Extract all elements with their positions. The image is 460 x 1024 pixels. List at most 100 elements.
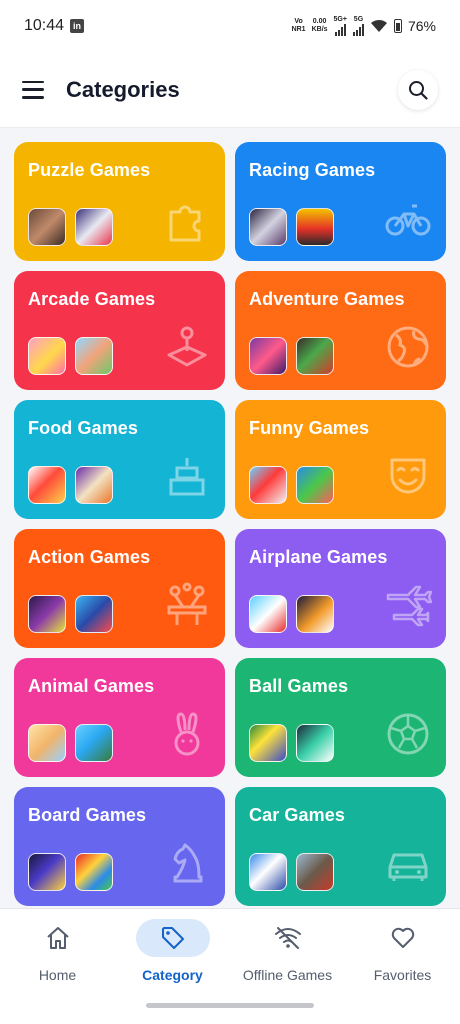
category-card-board[interactable]: Board Games — [14, 787, 225, 906]
nav-label: Category — [142, 967, 203, 983]
wifi-icon — [370, 19, 387, 32]
game-thumbnails — [249, 208, 334, 246]
chess-knight-icon — [163, 839, 211, 887]
status-bar: 10:44 in Vo NR1 0.00 KB/s 5G+ 5G 76% — [0, 0, 460, 52]
game-thumbnail[interactable] — [75, 337, 113, 375]
game-thumbnails — [249, 853, 334, 891]
category-title: Funny Games — [249, 418, 370, 438]
heart-icon — [391, 927, 414, 948]
hamburger-menu-icon[interactable] — [22, 80, 44, 99]
home-indicator-bar[interactable] — [146, 1003, 314, 1008]
category-title: Car Games — [249, 805, 345, 825]
game-thumbnail[interactable] — [28, 853, 66, 891]
category-title: Racing Games — [249, 160, 376, 180]
nav-label: Offline Games — [242, 967, 333, 983]
signal-bars-icon — [352, 24, 364, 36]
nav-item-favorites[interactable]: Favorites — [345, 919, 460, 983]
game-thumbnail[interactable] — [249, 466, 287, 504]
battery-percent: 76% — [407, 18, 436, 34]
game-thumbnail[interactable] — [249, 853, 287, 891]
car-icon — [384, 839, 432, 887]
category-card-adventure[interactable]: Adventure Games — [235, 271, 446, 390]
globe-icon — [384, 323, 432, 371]
category-card-funny[interactable]: Funny Games — [235, 400, 446, 519]
status-right: Vo NR1 0.00 KB/s 5G+ 5G 76% — [292, 16, 436, 36]
game-thumbnails — [28, 466, 113, 504]
data-speed: 0.00 KB/s — [311, 18, 328, 33]
category-title: Airplane Games — [249, 547, 388, 567]
category-card-action[interactable]: Action Games — [14, 529, 225, 648]
signal-bars-icon — [334, 24, 346, 36]
category-title: Board Games — [28, 805, 147, 825]
battery-icon — [393, 19, 402, 33]
nav-item-category[interactable]: Category — [115, 919, 230, 983]
game-thumbnail[interactable] — [75, 853, 113, 891]
soccer-ball-icon — [384, 710, 432, 758]
game-thumbnail[interactable] — [296, 724, 334, 762]
game-thumbnail[interactable] — [296, 595, 334, 633]
game-thumbnail[interactable] — [75, 595, 113, 633]
game-thumbnail[interactable] — [75, 208, 113, 246]
category-card-ball[interactable]: Ball Games — [235, 658, 446, 777]
game-thumbnails — [249, 337, 334, 375]
cake-icon — [163, 452, 211, 500]
game-thumbnail[interactable] — [249, 337, 287, 375]
app-header: Categories — [0, 52, 460, 128]
linkedin-notification-icon: in — [70, 19, 85, 33]
game-thumbnail[interactable] — [249, 208, 287, 246]
game-thumbnail[interactable] — [296, 208, 334, 246]
game-thumbnail[interactable] — [249, 595, 287, 633]
category-card-arcade[interactable]: Arcade Games — [14, 271, 225, 390]
mask-icon — [384, 452, 432, 500]
category-card-animal[interactable]: Animal Games — [14, 658, 225, 777]
wifi-off-icon — [274, 927, 301, 949]
tag-icon — [161, 927, 184, 949]
signal-5g-plus: 5G+ — [334, 16, 347, 36]
nav-item-offline-games[interactable]: Offline Games — [230, 919, 345, 983]
category-title: Ball Games — [249, 676, 349, 696]
game-thumbnails — [249, 724, 334, 762]
rabbit-icon — [163, 710, 211, 758]
category-card-airplane[interactable]: Airplane Games — [235, 529, 446, 648]
airplanes-icon — [384, 581, 433, 629]
category-title: Animal Games — [28, 676, 155, 696]
game-thumbnail[interactable] — [296, 337, 334, 375]
game-thumbnails — [28, 853, 113, 891]
search-icon — [409, 80, 428, 100]
signal-5g: 5G — [352, 16, 364, 36]
game-thumbnails — [249, 466, 334, 504]
nav-label: Favorites — [373, 967, 432, 983]
category-card-car[interactable]: Car Games — [235, 787, 446, 906]
game-thumbnails — [28, 208, 113, 246]
category-title: Adventure Games — [249, 289, 405, 309]
page-title: Categories — [66, 76, 180, 102]
game-thumbnail[interactable] — [296, 466, 334, 504]
home-icon — [46, 927, 69, 949]
game-thumbnail[interactable] — [296, 853, 334, 891]
search-button[interactable] — [398, 69, 438, 110]
game-thumbnail[interactable] — [28, 466, 66, 504]
category-card-food[interactable]: Food Games — [14, 400, 225, 519]
category-grid: Puzzle Games Racing Games Arcade Games A… — [14, 142, 446, 906]
status-left: 10:44 in — [24, 17, 85, 35]
game-thumbnail[interactable] — [75, 724, 113, 762]
game-thumbnail[interactable] — [249, 724, 287, 762]
volte-indicator: Vo NR1 — [291, 18, 306, 33]
game-thumbnails — [28, 595, 113, 633]
category-card-puzzle[interactable]: Puzzle Games — [14, 142, 225, 261]
game-thumbnail[interactable] — [28, 208, 66, 246]
bicycle-icon — [384, 194, 432, 242]
game-thumbnails — [249, 595, 334, 633]
category-title: Food Games — [28, 418, 139, 438]
game-thumbnail[interactable] — [28, 337, 66, 375]
game-thumbnails — [28, 337, 113, 375]
category-title: Arcade Games — [28, 289, 156, 309]
game-thumbnail[interactable] — [28, 724, 66, 762]
game-thumbnail[interactable] — [28, 595, 66, 633]
nav-item-home[interactable]: Home — [0, 919, 115, 983]
category-title: Puzzle Games — [28, 160, 151, 180]
clock: 10:44 — [24, 17, 65, 34]
game-thumbnail[interactable] — [75, 466, 113, 504]
category-card-racing[interactable]: Racing Games — [235, 142, 446, 261]
balloons-icon — [163, 581, 211, 629]
